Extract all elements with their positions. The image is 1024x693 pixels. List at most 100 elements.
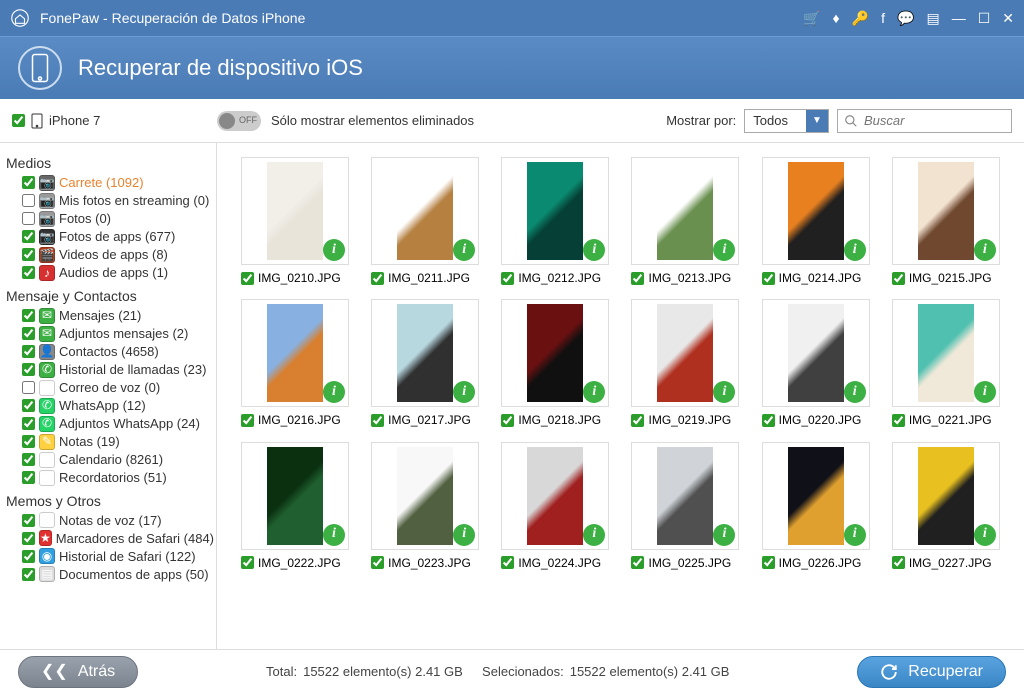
thumbnail-checkbox[interactable]: [501, 556, 514, 569]
sidebar-item[interactable]: ✆WhatsApp (12): [4, 397, 212, 415]
info-icon[interactable]: i: [844, 524, 866, 546]
search-input[interactable]: [864, 113, 1005, 128]
info-icon[interactable]: i: [713, 239, 735, 261]
thumbnail-checkbox[interactable]: [241, 414, 254, 427]
info-icon[interactable]: i: [323, 381, 345, 403]
thumbnail-card[interactable]: iIMG_0220.JPG: [762, 299, 874, 427]
thumbnail-card[interactable]: iIMG_0215.JPG: [892, 157, 1004, 285]
info-icon[interactable]: i: [453, 381, 475, 403]
sidebar-item-checkbox[interactable]: [22, 194, 35, 207]
sidebar-item[interactable]: ✆Historial de llamadas (23): [4, 361, 212, 379]
info-icon[interactable]: i: [713, 524, 735, 546]
thumbnail-checkbox[interactable]: [892, 414, 905, 427]
info-icon[interactable]: i: [974, 239, 996, 261]
thumbnail-card[interactable]: iIMG_0219.JPG: [631, 299, 743, 427]
sidebar-item-checkbox[interactable]: [22, 453, 35, 466]
diamond-icon[interactable]: ♦: [833, 10, 840, 27]
sidebar-item[interactable]: 📷Fotos de apps (677): [4, 228, 212, 246]
info-icon[interactable]: i: [323, 239, 345, 261]
thumbnail-checkbox[interactable]: [371, 556, 384, 569]
thumbnail-checkbox[interactable]: [631, 414, 644, 427]
thumbnail-card[interactable]: iIMG_0212.JPG: [501, 157, 613, 285]
sidebar-item-checkbox[interactable]: [22, 363, 35, 376]
home-icon[interactable]: [10, 8, 30, 28]
sidebar-item[interactable]: ▦Calendario (8261): [4, 451, 212, 469]
device-checkbox[interactable]: [12, 114, 25, 127]
info-icon[interactable]: i: [453, 239, 475, 261]
sidebar-item[interactable]: 👤Contactos (4658): [4, 343, 212, 361]
sidebar-item-checkbox[interactable]: [22, 435, 35, 448]
sidebar-item-checkbox[interactable]: [22, 532, 35, 545]
sidebar-item-checkbox[interactable]: [22, 309, 35, 322]
sidebar-item[interactable]: ⚇Correo de voz (0): [4, 379, 212, 397]
thumbnail-card[interactable]: iIMG_0227.JPG: [892, 442, 1004, 570]
sidebar-item[interactable]: ✉Adjuntos mensajes (2): [4, 325, 212, 343]
chat-icon[interactable]: 💬: [897, 10, 914, 27]
thumbnail-checkbox[interactable]: [762, 272, 775, 285]
thumbnail-card[interactable]: iIMG_0218.JPG: [501, 299, 613, 427]
thumbnail-checkbox[interactable]: [762, 414, 775, 427]
thumbnail-card[interactable]: iIMG_0222.JPG: [241, 442, 353, 570]
sidebar-item[interactable]: ◉Historial de Safari (122): [4, 547, 212, 565]
thumbnail-card[interactable]: iIMG_0216.JPG: [241, 299, 353, 427]
close-icon[interactable]: ✕: [1002, 10, 1014, 27]
thumbnail-checkbox[interactable]: [371, 272, 384, 285]
thumbnail-checkbox[interactable]: [892, 556, 905, 569]
info-icon[interactable]: i: [583, 524, 605, 546]
thumbnail-card[interactable]: iIMG_0226.JPG: [762, 442, 874, 570]
thumbnail-card[interactable]: iIMG_0210.JPG: [241, 157, 353, 285]
info-icon[interactable]: i: [583, 239, 605, 261]
sidebar-item[interactable]: 📷Carrete (1092): [4, 174, 212, 192]
sidebar-item[interactable]: ♪Audios de apps (1): [4, 264, 212, 282]
feedback-icon[interactable]: ▤: [926, 10, 939, 27]
sidebar-item[interactable]: ✎Notas (19): [4, 433, 212, 451]
cart-icon[interactable]: 🛒: [803, 10, 820, 27]
thumbnail-checkbox[interactable]: [892, 272, 905, 285]
sidebar-item[interactable]: ☑Recordatorios (51): [4, 469, 212, 487]
sidebar-item[interactable]: ★Marcadores de Safari (484): [4, 529, 212, 547]
sidebar-item-checkbox[interactable]: [22, 399, 35, 412]
sidebar-item-checkbox[interactable]: [22, 514, 35, 527]
sidebar-item-checkbox[interactable]: [22, 248, 35, 261]
sidebar-item[interactable]: 🎬Videos de apps (8): [4, 246, 212, 264]
info-icon[interactable]: i: [974, 381, 996, 403]
sidebar-item-checkbox[interactable]: [22, 176, 35, 189]
thumbnail-card[interactable]: iIMG_0224.JPG: [501, 442, 613, 570]
sidebar-item-checkbox[interactable]: [22, 471, 35, 484]
thumbnail-checkbox[interactable]: [631, 272, 644, 285]
sidebar-item[interactable]: ✆Adjuntos WhatsApp (24): [4, 415, 212, 433]
sidebar-item[interactable]: 📷Mis fotos en streaming (0): [4, 192, 212, 210]
thumbnail-checkbox[interactable]: [371, 414, 384, 427]
thumbnail-card[interactable]: iIMG_0214.JPG: [762, 157, 874, 285]
sidebar-item-checkbox[interactable]: [22, 345, 35, 358]
minimize-icon[interactable]: —: [952, 10, 966, 27]
search-box[interactable]: [837, 109, 1012, 133]
thumbnail-card[interactable]: iIMG_0217.JPG: [371, 299, 483, 427]
key-icon[interactable]: 🔑: [852, 10, 869, 27]
sidebar-item[interactable]: 📷Fotos (0): [4, 210, 212, 228]
sidebar-item-checkbox[interactable]: [22, 381, 35, 394]
thumbnail-checkbox[interactable]: [501, 272, 514, 285]
thumbnail-card[interactable]: iIMG_0223.JPG: [371, 442, 483, 570]
info-icon[interactable]: i: [453, 524, 475, 546]
info-icon[interactable]: i: [974, 524, 996, 546]
thumbnail-checkbox[interactable]: [241, 556, 254, 569]
thumbnail-checkbox[interactable]: [501, 414, 514, 427]
sidebar-item-checkbox[interactable]: [22, 230, 35, 243]
deleted-toggle[interactable]: OFF: [217, 111, 261, 131]
recover-button[interactable]: Recuperar: [857, 656, 1006, 688]
sidebar-item[interactable]: ●Notas de voz (17): [4, 511, 212, 529]
thumbnail-card[interactable]: iIMG_0211.JPG: [371, 157, 483, 285]
sidebar-item-checkbox[interactable]: [22, 327, 35, 340]
thumbnail-card[interactable]: iIMG_0221.JPG: [892, 299, 1004, 427]
info-icon[interactable]: i: [713, 381, 735, 403]
info-icon[interactable]: i: [844, 381, 866, 403]
info-icon[interactable]: i: [844, 239, 866, 261]
sidebar-item-checkbox[interactable]: [22, 266, 35, 279]
facebook-icon[interactable]: f: [881, 10, 885, 27]
show-by-dropdown[interactable]: Todos ▼: [744, 109, 829, 133]
thumbnail-checkbox[interactable]: [241, 272, 254, 285]
thumbnail-checkbox[interactable]: [762, 556, 775, 569]
maximize-icon[interactable]: ☐: [978, 10, 991, 27]
info-icon[interactable]: i: [323, 524, 345, 546]
